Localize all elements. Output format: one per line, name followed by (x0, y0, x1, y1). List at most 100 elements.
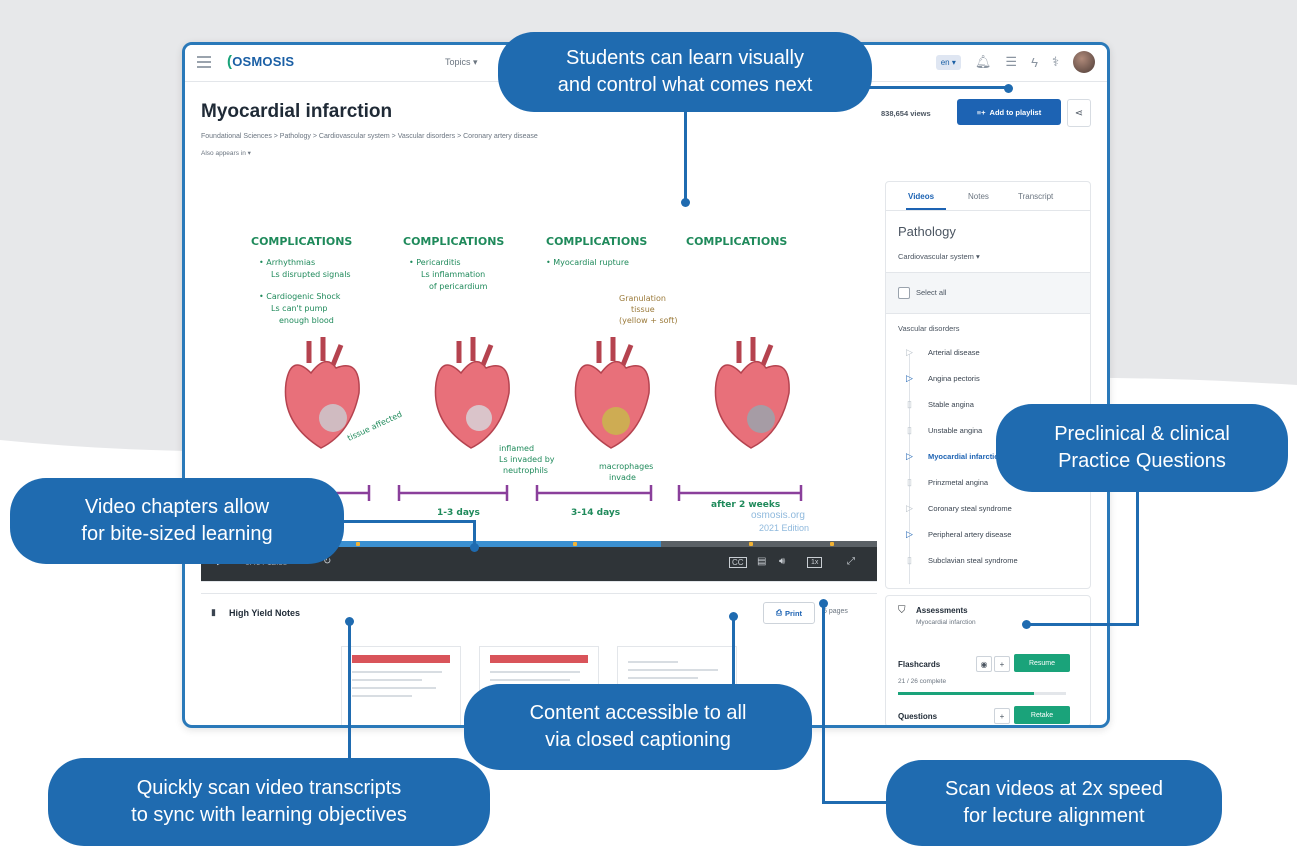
osmosis-logo[interactable]: (OSMOSIS (227, 53, 294, 70)
sketch-annotation: (yellow + soft) (619, 316, 677, 325)
volume-icon[interactable]: 🔊︎ (779, 556, 785, 567)
sketch-annotation: tissue affected (346, 410, 403, 443)
assessments-title: Assessments (916, 606, 968, 615)
connector-dot (681, 198, 690, 207)
play-circle-icon: ▷ (906, 503, 913, 513)
resume-button[interactable]: Resume (1014, 654, 1070, 672)
print-button[interactable]: ⎙ Print (763, 602, 815, 624)
share-button[interactable]: ⋖ (1067, 99, 1091, 127)
connector-dot (345, 617, 354, 626)
sketch-annotation: inflamed (499, 444, 534, 453)
transcript-icon[interactable]: ▤ (757, 556, 766, 567)
breadcrumb[interactable]: Foundational Sciences > Pathology > Card… (201, 133, 538, 140)
callout-video-chapters: Video chapters allow for bite-sized learn… (10, 478, 344, 564)
select-all-label: Select all (916, 288, 947, 297)
add-icon[interactable]: + (994, 656, 1010, 672)
closed-captions-icon[interactable]: CC (729, 557, 747, 568)
chapter-marker[interactable] (356, 542, 361, 546)
connector-line (348, 620, 351, 760)
eye-icon[interactable]: ◉ (976, 656, 992, 672)
playlist-icon[interactable]: ☰ (1005, 54, 1017, 70)
sketch-note: Ls inflammation (421, 270, 485, 279)
sidebar-video-item[interactable]: ▷ Arterial disease (904, 346, 1084, 372)
fullscreen-icon[interactable]: ⤢ (847, 556, 855, 567)
sidebar-video-label: Arterial disease (928, 348, 980, 357)
active-tab-indicator (906, 208, 946, 210)
sketch-annotation: tissue (631, 305, 655, 314)
also-appears-in-dropdown[interactable]: Also appears in ▾ (201, 149, 251, 157)
callout-visual-learning: Students can learn visually and control w… (498, 32, 872, 112)
document-icon: ▯ (907, 399, 912, 409)
sidebar-video-item[interactable]: ▷ Peripheral artery disease (904, 528, 1084, 554)
sketch-note: enough blood (279, 316, 334, 325)
sidebar-video-item[interactable]: ▯ Subclavian steal syndrome (904, 554, 1084, 580)
sidebar-video-label: Subclavian steal syndrome (928, 556, 1018, 565)
add-icon[interactable]: + (994, 708, 1010, 724)
callout-closed-captioning: Content accessible to all via closed capt… (464, 684, 812, 770)
hamburger-menu-icon[interactable] (197, 56, 211, 68)
chapter-marker[interactable] (829, 542, 834, 546)
sidebar-video-label: Coronary steal syndrome (928, 504, 1012, 513)
printer-icon: ⎙ (775, 608, 782, 617)
connector-line (684, 110, 687, 202)
watermark: osmosis.org (751, 510, 805, 521)
callout-playback-speed: Scan videos at 2x speed for lecture align… (886, 760, 1222, 846)
sidebar-video-label: Myocardial infarction (928, 452, 1004, 461)
flashcards-label: Flashcards (898, 660, 941, 669)
playback-speed-icon[interactable]: 1x (807, 557, 823, 568)
stethoscope-icon[interactable]: ⚕ (1052, 54, 1059, 70)
notes-thumbnail[interactable] (341, 646, 461, 725)
connector-line (822, 602, 825, 804)
callout-practice-questions: Preclinical & clinical Practice Questions (996, 404, 1288, 492)
connector-dot (1004, 84, 1013, 93)
share-icon: ⋖ (1074, 107, 1084, 119)
chapter-marker[interactable] (572, 542, 577, 546)
sketch-heading: COMPLICATIONS (251, 235, 352, 248)
tab-transcript[interactable]: Transcript (1018, 192, 1053, 201)
topics-dropdown[interactable]: Topics ▾ (445, 57, 478, 68)
sidebar-video-item[interactable]: ▷ Angina pectoris (904, 372, 1084, 398)
play-circle-icon: ▷ (906, 347, 913, 357)
page-count: 5 pages (823, 608, 848, 615)
sketch-annotation: Ls invaded by (499, 455, 555, 464)
timeline-label: 1-3 days (437, 508, 480, 518)
flashcards-progress-bar (898, 692, 1066, 695)
watermark: 2021 Edition (759, 523, 809, 533)
sidebar-tabs: Videos Notes Transcript (886, 182, 1090, 211)
sketch-note: • Pericarditis (409, 258, 461, 267)
tab-videos[interactable]: Videos (908, 192, 934, 201)
sketch-note: • Arrhythmias (259, 258, 315, 267)
sketch-note: • Cardiogenic Shock (259, 292, 341, 301)
connector-dot (1022, 620, 1031, 629)
playlist-add-icon: ≡+ (976, 107, 986, 117)
bell-icon[interactable]: 🔔︎ (975, 54, 992, 70)
flashcards-progress: 21 / 26 complete (898, 678, 947, 685)
section-title: Pathology (898, 224, 956, 239)
sketch-annotation: Granulation (619, 294, 666, 303)
sidebar-video-label: Prinzmetal angina (928, 478, 989, 487)
select-all-row[interactable]: Select all (886, 272, 1090, 314)
assessments-subtitle: Myocardial infarction (916, 619, 976, 626)
sidebar-video-label: Angina pectoris (928, 374, 980, 383)
sidebar-video-label: Stable angina (928, 400, 974, 409)
connector-line (1136, 480, 1139, 626)
sidebar-video-item[interactable]: ▷ Coronary steal syndrome (904, 502, 1084, 528)
language-selector[interactable]: en ▾ (935, 54, 961, 70)
view-count: 838,654 views (881, 109, 931, 118)
avatar[interactable] (1073, 51, 1095, 73)
subsection-dropdown[interactable]: Cardiovascular system ▾ (898, 252, 980, 261)
play-circle-icon: ▷ (906, 451, 913, 461)
select-all-checkbox[interactable] (898, 287, 910, 299)
retake-button[interactable]: Retake (1014, 706, 1070, 724)
sketch-annotation: invade (609, 473, 636, 482)
connector-dot (729, 612, 738, 621)
chapter-marker[interactable] (748, 542, 753, 546)
add-to-playlist-button[interactable]: ≡+ Add to playlist (957, 99, 1061, 125)
sketch-heading: COMPLICATIONS (403, 235, 504, 248)
tab-notes[interactable]: Notes (968, 192, 989, 201)
lightning-icon[interactable]: ϟ (1031, 55, 1038, 70)
video-sidebar: Videos Notes Transcript Pathology Cardio… (885, 181, 1091, 589)
sketch-heading: COMPLICATIONS (546, 235, 647, 248)
timeline-label: 3-14 days (571, 508, 620, 518)
play-circle-icon: ▷ (906, 373, 913, 383)
